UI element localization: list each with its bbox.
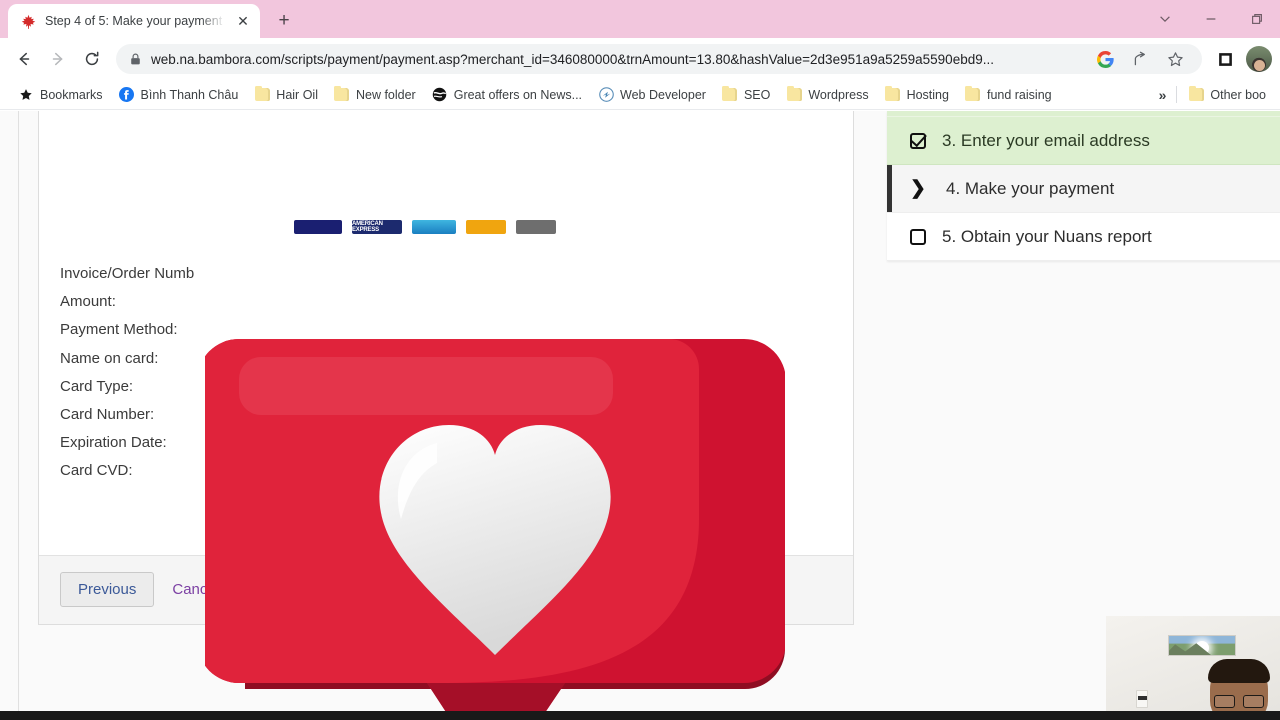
summary-row-amount: Amount:: [60, 293, 116, 311]
divider: [1176, 86, 1178, 103]
maple-leaf-icon: [20, 13, 36, 29]
chevron-right-icon: ❯: [910, 178, 926, 199]
extensions-icon[interactable]: [1210, 44, 1240, 74]
browser-window: Step 4 of 5: Make your payment - O ✕ + w…: [0, 0, 1280, 720]
back-button[interactable]: [8, 43, 40, 75]
folder-icon: [722, 85, 738, 103]
folder-icon: [254, 85, 270, 103]
folder-icon: [1188, 85, 1204, 103]
url-text: web.na.bambora.com/scripts/payment/payme…: [151, 51, 994, 67]
avatar[interactable]: [1246, 46, 1272, 72]
folder-icon: [965, 85, 981, 103]
bookmark-item[interactable]: Great offers on News...: [424, 84, 590, 106]
person-glasses: [1214, 695, 1264, 708]
chevron-down-icon[interactable]: [1142, 0, 1188, 38]
folder-icon: [885, 85, 901, 103]
bookmark-label: SEO: [743, 87, 771, 102]
bookmark-item[interactable]: Web Developer: [590, 84, 714, 106]
sidebar-item-step-5[interactable]: 5. Obtain your Nuans report: [887, 213, 1280, 261]
reload-button[interactable]: [76, 43, 108, 75]
bookmark-label: Great offers on News...: [453, 87, 583, 102]
sidebar-item-step-3[interactable]: 3. Enter your email address: [887, 117, 1280, 165]
lock-icon: [130, 53, 142, 65]
window-controls: [1142, 0, 1280, 38]
browser-tab[interactable]: Step 4 of 5: Make your payment - O ✕: [8, 4, 260, 38]
checked-square-icon: [908, 131, 928, 151]
bookmark-label: fund raising: [986, 87, 1052, 102]
other-bookmarks-label: Other boo: [1210, 87, 1266, 102]
summary-row-expiration: Expiration Date:: [60, 434, 167, 452]
payment-summary-card: AMERICAN EXPRESS Invoice/Order Numb Amou…: [38, 111, 854, 625]
page-gutter: [0, 111, 19, 711]
bookmark-item[interactable]: fund raising: [957, 84, 1060, 106]
summary-row-invoice: Invoice/Order Numb: [60, 265, 195, 282]
wall-picture-frame: [1168, 635, 1236, 656]
bookmarks-overflow-button[interactable]: »: [1152, 84, 1174, 106]
person-hair: [1208, 659, 1270, 683]
bookmark-label: New folder: [355, 87, 416, 102]
cancel-link[interactable]: Cancel: [172, 581, 219, 598]
debit-logo: [412, 220, 456, 234]
globe-icon: [432, 87, 448, 103]
folder-icon: [334, 85, 350, 103]
folder-icon: [786, 85, 802, 103]
bookmark-label: Hair Oil: [276, 87, 318, 102]
google-g-icon[interactable]: [1092, 46, 1118, 72]
bookmark-item[interactable]: Wordpress: [778, 84, 876, 106]
close-icon[interactable]: ✕: [234, 12, 252, 30]
summary-row-cardtype: Card Type:: [60, 377, 134, 395]
previous-button[interactable]: Previous: [60, 572, 155, 607]
webcam-person: [1202, 659, 1276, 711]
payment-card-footer: Previous Cancel: [39, 555, 853, 624]
generic-card-logo: [516, 220, 556, 234]
facebook-icon: [119, 87, 135, 103]
restore-icon[interactable]: [1234, 0, 1280, 38]
bookmark-label: Bình Thanh Châu: [140, 87, 239, 102]
bookmark-label: Bookmarks: [40, 87, 103, 102]
browser-toolbar: web.na.bambora.com/scripts/payment/payme…: [0, 38, 1280, 80]
address-bar[interactable]: web.na.bambora.com/scripts/payment/payme…: [116, 44, 1202, 74]
step-label: 5. Obtain your Nuans report: [942, 226, 1152, 246]
other-bookmarks-button[interactable]: Other boo: [1180, 84, 1274, 106]
amex-logo: AMERICAN EXPRESS: [352, 220, 402, 234]
bookmark-item[interactable]: Bookmarks: [10, 84, 111, 106]
bookmark-item[interactable]: New folder: [326, 84, 424, 106]
bookmark-item[interactable]: Bình Thanh Châu: [111, 84, 247, 106]
payment-summary-list: Invoice/Order Numb Amount: Payment Metho…: [39, 260, 853, 486]
step-label: 3. Enter your email address: [942, 130, 1150, 150]
step-label: 4. Make your payment: [946, 178, 1115, 198]
bookmark-item[interactable]: Hair Oil: [246, 84, 326, 106]
new-tab-button[interactable]: +: [270, 7, 298, 35]
page-viewport: AMERICAN EXPRESS Invoice/Order Numb Amou…: [0, 111, 1280, 711]
sidebar-item-step-4[interactable]: ❯ 4. Make your payment: [887, 165, 1280, 213]
light-switch: [1136, 690, 1148, 708]
visa-logo: [294, 220, 342, 234]
webcam-self-view[interactable]: [1106, 616, 1280, 711]
bookmark-item[interactable]: Hosting: [877, 84, 957, 106]
bookmark-label: Hosting: [906, 87, 949, 102]
empty-square-icon: [908, 227, 928, 247]
web-developer-icon: [598, 87, 614, 103]
accepted-card-logos: AMERICAN EXPRESS: [294, 217, 556, 234]
bookmark-item[interactable]: SEO: [714, 84, 778, 106]
steps-sidebar: 3. Enter your email address ❯ 4. Make yo…: [887, 111, 1280, 261]
tab-strip: Step 4 of 5: Make your payment - O ✕ +: [0, 0, 1280, 38]
bookmark-label: Wordpress: [808, 87, 869, 102]
forward-button[interactable]: [42, 43, 74, 75]
mastercard-logo: [466, 220, 506, 234]
star-icon[interactable]: [1162, 46, 1188, 72]
bookmark-label: Web Developer: [620, 87, 706, 102]
bookmarks-bar: Bookmarks Bình Thanh Châu Hair Oil New f…: [0, 80, 1280, 110]
bottom-strip: [0, 711, 1280, 720]
summary-row-cvd: Card CVD:: [60, 462, 133, 480]
star-icon: [18, 87, 34, 103]
minimize-icon[interactable]: [1188, 0, 1234, 38]
summary-row-method: Payment Method:: [60, 321, 178, 339]
summary-row-cardnumber: Card Number:: [60, 406, 155, 424]
payment-summary-body: AMERICAN EXPRESS Invoice/Order Numb Amou…: [39, 111, 853, 555]
summary-row-name: Name on card:: [60, 349, 159, 367]
tab-title: Step 4 of 5: Make your payment - O: [45, 14, 225, 28]
share-icon[interactable]: [1127, 46, 1153, 72]
